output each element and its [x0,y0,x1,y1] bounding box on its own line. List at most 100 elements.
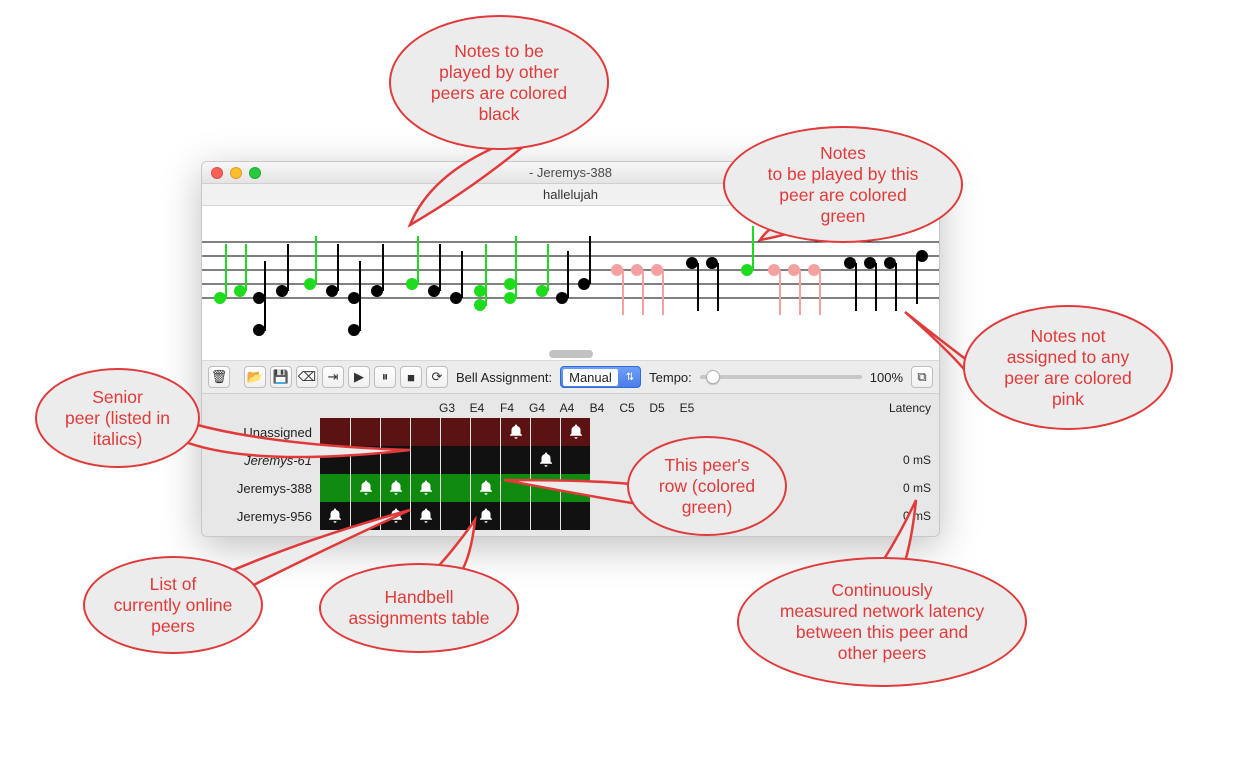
table-row: Jeremys-388 0 mS [208,474,933,502]
assignment-cell[interactable] [440,474,470,502]
bell-assignment-select[interactable]: Manual ⇅ [560,366,641,388]
assignment-cell[interactable] [530,418,560,446]
table-row: Jeremys-61 0 mS [208,446,933,474]
assignment-cell[interactable] [470,502,500,530]
assignment-cell[interactable] [530,446,560,474]
column-header: G4 [522,401,552,415]
callout-notes-green: Notes to be played by this peer are colo… [723,126,963,243]
callout-notes-pink: Notes not assigned to any peer are color… [963,305,1173,430]
note [304,236,317,290]
assignment-cell[interactable] [500,502,530,530]
play-button[interactable]: ▶ [348,366,370,388]
bell-assignment-value: Manual [563,369,618,386]
assignment-cell[interactable] [470,474,500,502]
tempo-value: 100% [870,370,903,385]
pause-button[interactable]: ⏸ [374,366,396,388]
note [556,251,569,304]
clear-button[interactable]: ⌫ [296,366,318,388]
assignment-cell[interactable] [350,446,380,474]
note [651,264,664,315]
latency-value: 0 mS [903,509,933,523]
latency-value: 0 mS [903,481,933,495]
column-header: F4 [492,401,522,415]
save-button[interactable]: 💾 [270,366,292,388]
column-header: C5 [612,401,642,415]
scrollbar-thumb[interactable] [549,350,593,358]
assignment-cell[interactable] [440,418,470,446]
assignment-cell[interactable] [500,418,530,446]
peer-label: Unassigned [208,425,320,440]
column-header: A4 [552,401,582,415]
assignment-cell[interactable] [530,502,560,530]
assignment-cell[interactable] [440,502,470,530]
assignment-cell[interactable] [560,418,590,446]
table-row: Unassigned [208,418,933,446]
column-header: G3 [432,401,462,415]
assignment-cell[interactable] [320,418,350,446]
toolbar: 🗑 📂 💾 ⌫ ⇥ ▶ ⏸ ■ ⟳ Bell Assignment: Manua… [202,361,939,394]
peer-label: Jeremys-388 [208,481,320,496]
peer-label: Jeremys-61 [208,453,320,468]
latency-value: 0 mS [903,453,933,467]
column-header: E5 [672,401,702,415]
assignment-cell[interactable] [530,474,560,502]
assignment-cell[interactable] [380,418,410,446]
open-button[interactable]: 📂 [244,366,266,388]
note [631,264,644,315]
assignment-cell[interactable] [500,474,530,502]
note [578,236,591,290]
assignment-cell[interactable] [410,474,440,502]
assignment-cell[interactable] [380,474,410,502]
note [916,250,928,304]
note [788,264,801,315]
note [214,244,227,304]
chevron-updown-icon: ⇅ [626,372,634,383]
assignment-cell[interactable] [440,446,470,474]
assignment-cell[interactable] [320,502,350,530]
callout-this-peer-row: This peer's row (colored green) [627,436,787,536]
assignment-cell[interactable] [470,446,500,474]
column-header: D5 [642,401,672,415]
stop-button[interactable]: ■ [400,366,422,388]
note [253,261,266,336]
assignment-cell[interactable] [350,418,380,446]
assignment-cell[interactable] [320,446,350,474]
callout-assignments-table: Handbell assignments table [319,563,519,653]
import-button[interactable]: ⇥ [322,366,344,388]
assignment-cell[interactable] [560,502,590,530]
note [768,264,781,315]
assignment-cell[interactable] [320,474,350,502]
assignment-cell[interactable] [500,446,530,474]
assignment-cell[interactable] [380,446,410,474]
note [474,244,487,311]
latency-header: Latency [889,401,933,415]
tempo-slider[interactable] [700,375,862,379]
note [611,264,624,315]
tempo-label: Tempo: [649,370,692,385]
assignment-cell[interactable] [350,474,380,502]
copy-button[interactable]: ⧉ [911,366,933,388]
assignment-cell[interactable] [560,474,590,502]
column-header: B4 [582,401,612,415]
assignment-cell[interactable] [380,502,410,530]
note [348,261,361,336]
column-header-row: G3E4F4G4A4B4C5D5E5 Latency [208,398,933,418]
callout-senior-peer: Senior peer (listed in italics) [35,368,200,468]
note [406,236,419,290]
table-row: Jeremys-956 0 mS [208,502,933,530]
assignment-cell[interactable] [470,418,500,446]
assignment-cell[interactable] [410,446,440,474]
peer-label: Jeremys-956 [208,509,320,524]
column-header: E4 [462,401,492,415]
assignment-cell[interactable] [350,502,380,530]
loop-button[interactable]: ⟳ [426,366,448,388]
note [450,251,463,304]
note [741,226,754,276]
assignment-cell[interactable] [410,502,440,530]
callout-latency: Continuously measured network latency be… [737,557,1027,687]
assignment-cell[interactable] [560,446,590,474]
assignment-cell[interactable] [410,418,440,446]
callout-online-peers: List of currently online peers [83,556,263,654]
bell-assignment-label: Bell Assignment: [456,370,552,385]
trash-button[interactable]: 🗑 [208,366,230,388]
